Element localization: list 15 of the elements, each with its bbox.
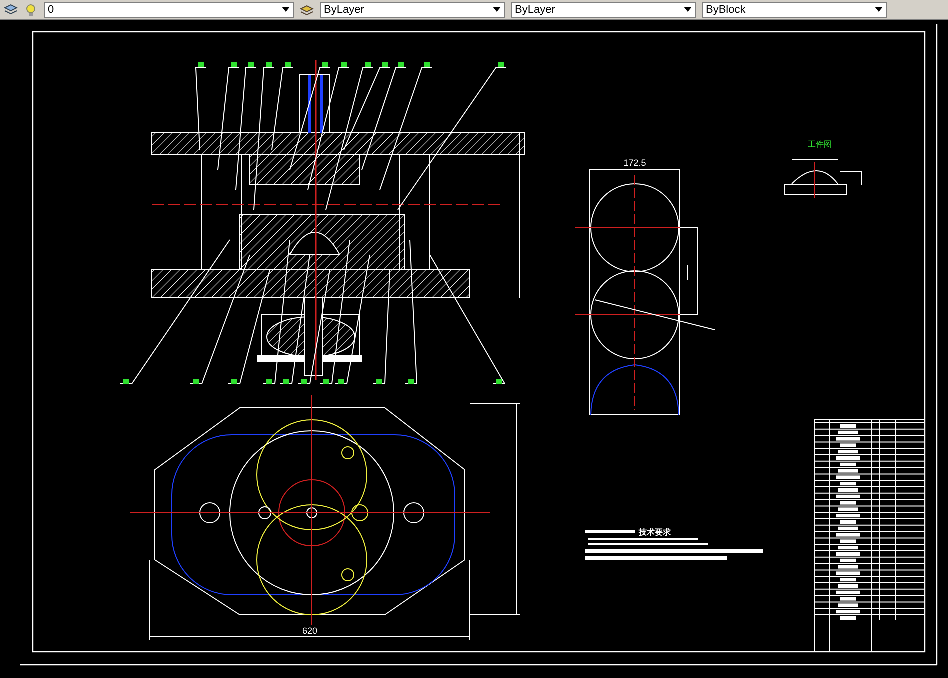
lightbulb-icon[interactable] [24,2,38,16]
caret-icon [493,7,501,12]
layers-icon[interactable] [4,2,18,16]
property-dropdown[interactable]: ByBlock [702,2,887,18]
layer-dropdown[interactable]: 0 [44,2,294,18]
caret-icon [282,7,290,12]
section-heading: 技术要求 [639,528,671,537]
dimension-label: 620 [302,626,318,636]
layers-icon[interactable] [300,2,314,16]
property-dropdown[interactable]: ByLayer [511,2,696,18]
caret-icon [684,7,692,12]
dimension-label: 172.5 [624,158,646,168]
view-title: 工件图 [808,140,832,149]
property-dropdown[interactable]: ByLayer [320,2,505,18]
caret-icon [875,7,883,12]
